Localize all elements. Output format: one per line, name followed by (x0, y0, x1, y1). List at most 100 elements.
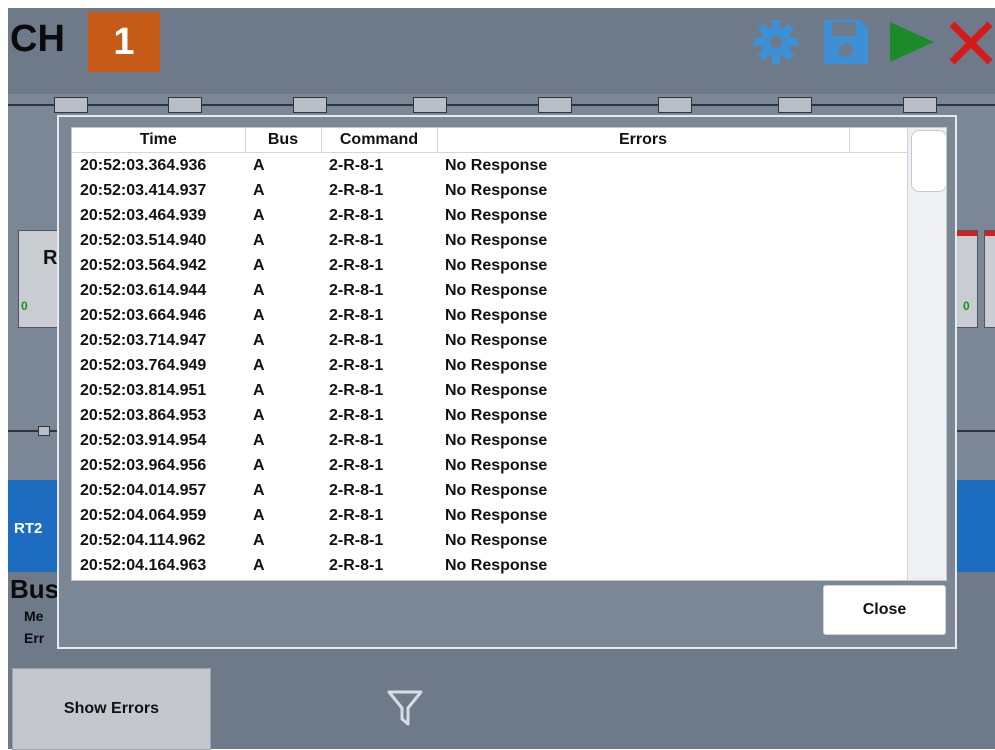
cell-bus: A (253, 256, 265, 274)
column-header-command[interactable]: Command (321, 128, 438, 153)
cell-bus: A (253, 206, 265, 224)
table-row[interactable]: 20:52:03.914.954 A 2-R-8-1 No Response (72, 428, 936, 453)
channel-label: CH (10, 18, 65, 60)
cell-time: 20:52:04.064.959 (80, 506, 207, 524)
rt-box-far-right[interactable] (984, 230, 995, 328)
bus-info-messages-label: Me (24, 608, 44, 624)
header-bar: CH 1 (8, 8, 995, 94)
cell-error: No Response (445, 431, 548, 449)
cell-command: 2-R-8-1 (329, 331, 384, 349)
bus-connector (168, 97, 202, 113)
column-header-time[interactable]: Time (72, 128, 246, 153)
cell-time: 20:52:03.964.956 (80, 456, 207, 474)
rt-left-count: 0 (21, 299, 28, 313)
rt-strip-label[interactable]: RT2 (14, 520, 42, 537)
column-header-bus[interactable]: Bus (245, 128, 322, 153)
show-errors-button[interactable]: Show Errors (12, 668, 211, 750)
table-row[interactable]: 20:52:03.864.953 A 2-R-8-1 No Response (72, 403, 936, 428)
bus-connector (778, 97, 812, 113)
rt-right-count: 0 (963, 299, 970, 313)
table-scrollbar[interactable] (907, 128, 946, 580)
bus-info-errors-label: Err (24, 630, 45, 646)
save-icon[interactable] (820, 16, 872, 68)
close-icon[interactable] (944, 16, 995, 68)
cell-bus: A (253, 331, 265, 349)
cell-time: 20:52:04.014.957 (80, 481, 207, 499)
cell-command: 2-R-8-1 (329, 306, 384, 324)
cell-error: No Response (445, 231, 548, 249)
table-row[interactable]: 20:52:03.564.942 A 2-R-8-1 No Response (72, 253, 936, 278)
table-row[interactable]: 20:52:03.414.937 A 2-R-8-1 No Response (72, 178, 936, 203)
table-row[interactable]: 20:52:03.464.939 A 2-R-8-1 No Response (72, 203, 936, 228)
cell-error: No Response (445, 556, 548, 574)
filter-icon[interactable] (386, 688, 424, 728)
cell-bus: A (253, 356, 265, 374)
gear-icon[interactable] (750, 16, 802, 68)
table-row[interactable]: 20:52:03.364.936 A 2-R-8-1 No Response (72, 153, 936, 179)
cell-command: 2-R-8-1 (329, 406, 384, 424)
rt-box-letter: R (43, 247, 58, 269)
cell-time: 20:52:03.814.951 (80, 381, 207, 399)
rt-box-right[interactable]: 0 (956, 230, 978, 328)
table-row[interactable]: 20:52:03.514.940 A 2-R-8-1 No Response (72, 228, 936, 253)
cell-bus: A (253, 181, 265, 199)
cell-error: No Response (445, 456, 548, 474)
cell-time: 20:52:03.564.942 (80, 256, 207, 274)
scrollbar-thumb[interactable] (911, 130, 946, 192)
bus-connector (903, 97, 937, 113)
cell-error: No Response (445, 481, 548, 499)
table-row[interactable]: 20:52:04.014.957 A 2-R-8-1 No Response (72, 478, 936, 503)
cell-bus: A (253, 456, 265, 474)
cell-time: 20:52:03.864.953 (80, 406, 207, 424)
table-row[interactable]: 20:52:03.614.944 A 2-R-8-1 No Response (72, 278, 936, 303)
column-header-errors[interactable]: Errors (437, 128, 850, 153)
cell-bus: A (253, 306, 265, 324)
cell-error: No Response (445, 406, 548, 424)
table-header-row: Time Bus Command Errors (72, 128, 936, 153)
close-button[interactable]: Close (823, 585, 946, 635)
bus-connector (538, 97, 572, 113)
cell-command: 2-R-8-1 (329, 531, 384, 549)
cell-error: No Response (445, 181, 548, 199)
table-row[interactable]: 20:52:03.714.947 A 2-R-8-1 No Response (72, 328, 936, 353)
cell-command: 2-R-8-1 (329, 381, 384, 399)
channel-number-badge[interactable]: 1 (88, 12, 160, 72)
cell-time: 20:52:04.164.963 (80, 556, 207, 574)
cell-command: 2-R-8-1 (329, 506, 384, 524)
cell-error: No Response (445, 256, 548, 274)
bus-info-title: Bus (10, 574, 60, 604)
cell-time: 20:52:03.614.944 (80, 281, 207, 299)
cell-command: 2-R-8-1 (329, 181, 384, 199)
bus-line-top (8, 104, 995, 106)
cell-error: No Response (445, 206, 548, 224)
cell-bus: A (253, 381, 265, 399)
cell-command: 2-R-8-1 (329, 481, 384, 499)
footer-bar: Show Errors (8, 664, 995, 750)
table-row[interactable]: 20:52:03.814.951 A 2-R-8-1 No Response (72, 378, 936, 403)
cell-bus: A (253, 406, 265, 424)
table-row[interactable]: 20:52:03.764.949 A 2-R-8-1 No Response (72, 353, 936, 378)
cell-bus: A (253, 231, 265, 249)
cell-command: 2-R-8-1 (329, 256, 384, 274)
cell-command: 2-R-8-1 (329, 231, 384, 249)
play-icon[interactable] (886, 16, 938, 68)
cell-command: 2-R-8-1 (329, 456, 384, 474)
cell-time: 20:52:03.914.954 (80, 431, 207, 449)
cell-bus: A (253, 281, 265, 299)
cell-error: No Response (445, 156, 548, 174)
table-row[interactable]: 20:52:03.664.946 A 2-R-8-1 No Response (72, 303, 936, 328)
cell-command: 2-R-8-1 (329, 356, 384, 374)
cell-time: 20:52:03.514.940 (80, 231, 207, 249)
bus-connector (293, 97, 327, 113)
cell-bus: A (253, 156, 265, 174)
cell-command: 2-R-8-1 (329, 281, 384, 299)
table-row[interactable]: 20:52:03.964.956 A 2-R-8-1 No Response (72, 453, 936, 478)
table-row[interactable]: 20:52:04.114.962 A 2-R-8-1 No Response (72, 528, 936, 553)
table-row[interactable]: 20:52:04.164.963 A 2-R-8-1 No Response (72, 553, 936, 578)
cell-time: 20:52:03.664.946 (80, 306, 207, 324)
cell-error: No Response (445, 281, 548, 299)
errors-table: Time Bus Command Errors 20:52:03.364.936… (72, 128, 936, 578)
table-row[interactable]: 20:52:04.064.959 A 2-R-8-1 No Response (72, 503, 936, 528)
bus-connector (38, 426, 50, 436)
cell-error: No Response (445, 331, 548, 349)
